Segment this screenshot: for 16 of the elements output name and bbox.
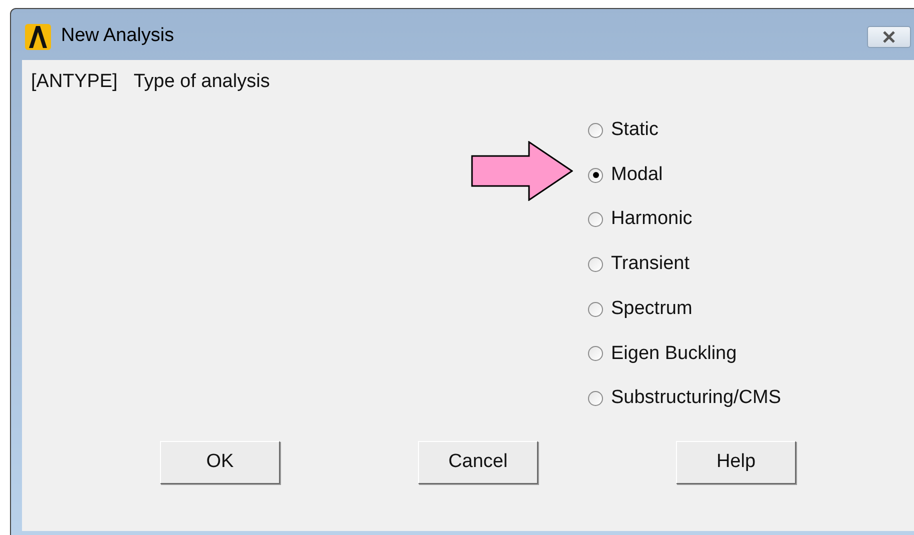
radio-option[interactable]: Harmonic bbox=[588, 205, 692, 234]
window-title: New Analysis bbox=[61, 24, 174, 48]
close-button[interactable] bbox=[867, 26, 911, 48]
radio-option[interactable]: Substructuring/CMS bbox=[588, 384, 782, 413]
radio-option[interactable]: Transient bbox=[588, 250, 690, 279]
close-icon bbox=[882, 30, 896, 42]
radio-option[interactable]: Modal bbox=[588, 160, 663, 190]
app-logo-icon bbox=[25, 24, 51, 50]
command-label: [ANTYPE] bbox=[31, 70, 118, 94]
radio-option[interactable]: Spectrum bbox=[588, 294, 692, 324]
dialog-button[interactable]: OK bbox=[160, 440, 280, 484]
dialog-button[interactable]: Help bbox=[676, 440, 796, 484]
radio-option[interactable]: Static bbox=[588, 116, 659, 145]
prompt-label: Type of analysis bbox=[134, 70, 270, 94]
dialog-button[interactable]: Cancel bbox=[418, 440, 538, 484]
radio-option[interactable]: Eigen Buckling bbox=[588, 340, 737, 368]
